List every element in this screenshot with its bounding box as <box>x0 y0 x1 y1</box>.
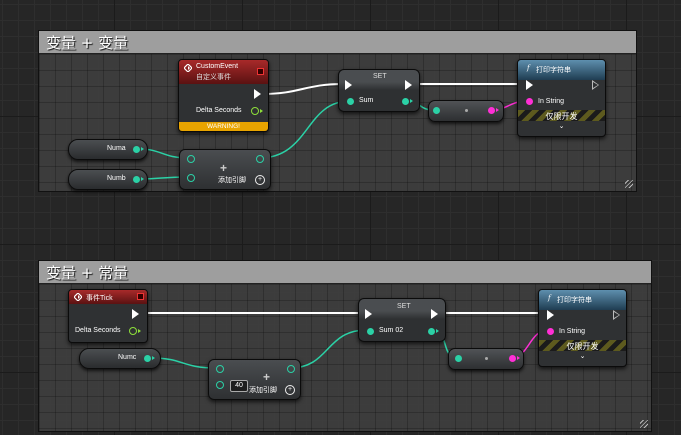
variable-label: Numb <box>107 175 126 182</box>
print-string-title: 打印字符串 <box>536 67 571 74</box>
set-title: SET <box>397 303 411 310</box>
event-tick-node[interactable]: 事件Tick Delta Seconds <box>68 289 148 343</box>
exec-out-pin[interactable] <box>431 309 438 319</box>
delta-seconds-pin[interactable] <box>251 107 259 115</box>
set-sum-node[interactable]: SET Sum <box>338 69 420 112</box>
function-icon: f <box>527 64 530 72</box>
conversion-out-pin[interactable] <box>488 107 495 114</box>
exec-out-pin[interactable] <box>132 309 139 319</box>
sum-in-pin[interactable] <box>347 98 354 105</box>
exec-in-pin[interactable] <box>526 80 533 90</box>
exec-out-pin[interactable] <box>592 80 599 90</box>
add-plus-icon: + <box>263 370 271 384</box>
pin-arrow-icon <box>152 356 155 360</box>
pin-arrow-icon <box>410 99 413 103</box>
variable-label: Numc <box>118 354 137 361</box>
numb-out-pin[interactable] <box>133 176 140 183</box>
conversion-dot-icon <box>465 109 468 112</box>
add-input-a-pin[interactable] <box>187 155 195 163</box>
set-sum02-node[interactable]: SET Sum 02 <box>358 298 446 342</box>
get-numa-node[interactable]: Numa <box>68 139 148 160</box>
integer-wire <box>258 100 351 159</box>
pin-arrow-icon <box>260 109 263 113</box>
pin-arrow-icon <box>138 329 141 333</box>
event-tick-title: 事件Tick <box>86 295 113 302</box>
add-input-b-pin[interactable] <box>187 174 195 182</box>
print-string-node[interactable]: f 打印字符串 In String 仅限开发 ⌄ <box>517 59 606 137</box>
sum02-out-pin[interactable] <box>428 328 435 335</box>
pin-arrow-icon <box>141 147 144 151</box>
int-to-string-conversion-node[interactable] <box>428 100 504 122</box>
set-var-label: Sum <box>359 97 374 104</box>
delta-seconds-label: Delta Seconds <box>75 327 121 334</box>
event-diamond-icon <box>184 64 192 72</box>
get-numb-node[interactable]: Numb <box>68 169 148 190</box>
dev-only-label: 仅限开发 <box>566 342 599 351</box>
get-numc-node[interactable]: Numc <box>79 348 161 369</box>
exec-wire <box>261 83 344 95</box>
print-string-title: 打印字符串 <box>557 297 592 304</box>
print-string-node[interactable]: f 打印字符串 In String 仅限开发 ⌄ <box>538 289 627 367</box>
pin-arrow-icon <box>496 108 499 112</box>
add-pin-label: 添加引脚 <box>249 387 277 394</box>
in-string-pin[interactable] <box>547 328 554 335</box>
pin-arrow-icon <box>436 329 439 333</box>
add-integer-node[interactable]: 40 + 添加引脚 + <box>208 359 301 400</box>
add-integer-node[interactable]: + 添加引脚 + <box>179 149 271 190</box>
sum-out-pin[interactable] <box>402 98 409 105</box>
function-icon: f <box>548 294 551 302</box>
integer-wire <box>289 329 368 369</box>
exec-in-pin[interactable] <box>345 80 352 90</box>
custom-event-subtitle: 自定义事件 <box>196 74 231 81</box>
variable-label: Numa <box>107 145 126 152</box>
add-input-a-pin[interactable] <box>216 365 224 373</box>
custom-event-node[interactable]: CustomEvent 自定义事件 Delta Seconds WARNING! <box>178 59 269 132</box>
conversion-in-pin[interactable] <box>433 107 440 114</box>
add-input-b-pin[interactable] <box>216 381 224 389</box>
warning-banner: WARNING! <box>179 122 268 131</box>
event-diamond-icon <box>74 293 82 301</box>
delegate-pin-icon[interactable] <box>137 293 144 300</box>
pin-arrow-icon <box>517 356 520 360</box>
in-string-label: In String <box>538 98 565 105</box>
add-pin-icon[interactable]: + <box>285 385 295 395</box>
dev-only-label: 仅限开发 <box>545 112 578 121</box>
exec-in-pin[interactable] <box>365 309 372 319</box>
add-output-pin[interactable] <box>287 365 295 373</box>
delegate-pin-icon[interactable] <box>257 68 264 75</box>
constant-value-field[interactable]: 40 <box>230 380 248 392</box>
sum02-in-pin[interactable] <box>367 328 374 335</box>
numa-out-pin[interactable] <box>133 146 140 153</box>
add-plus-icon: + <box>220 161 228 175</box>
exec-out-pin[interactable] <box>405 80 412 90</box>
custom-event-title: CustomEvent <box>196 63 239 70</box>
conversion-in-pin[interactable] <box>455 355 462 362</box>
expand-chevron-icon[interactable]: ⌄ <box>539 352 626 360</box>
numc-out-pin[interactable] <box>144 355 151 362</box>
in-string-label: In String <box>559 328 586 335</box>
expand-chevron-icon[interactable]: ⌄ <box>518 122 605 130</box>
add-output-pin[interactable] <box>256 155 264 163</box>
set-var-label: Sum 02 <box>379 327 404 334</box>
exec-out-pin[interactable] <box>613 310 620 320</box>
conversion-dot-icon <box>485 357 488 360</box>
add-pin-label: 添加引脚 <box>218 177 246 184</box>
pin-arrow-icon <box>141 177 144 181</box>
delta-seconds-label: Delta Seconds <box>196 107 242 114</box>
exec-in-pin[interactable] <box>547 310 554 320</box>
set-title: SET <box>373 73 387 80</box>
conversion-out-pin[interactable] <box>509 355 516 362</box>
int-to-string-conversion-node[interactable] <box>448 348 524 370</box>
in-string-pin[interactable] <box>526 98 533 105</box>
delta-seconds-pin[interactable] <box>129 327 137 335</box>
add-pin-icon[interactable]: + <box>255 175 265 185</box>
exec-out-pin[interactable] <box>254 89 261 99</box>
